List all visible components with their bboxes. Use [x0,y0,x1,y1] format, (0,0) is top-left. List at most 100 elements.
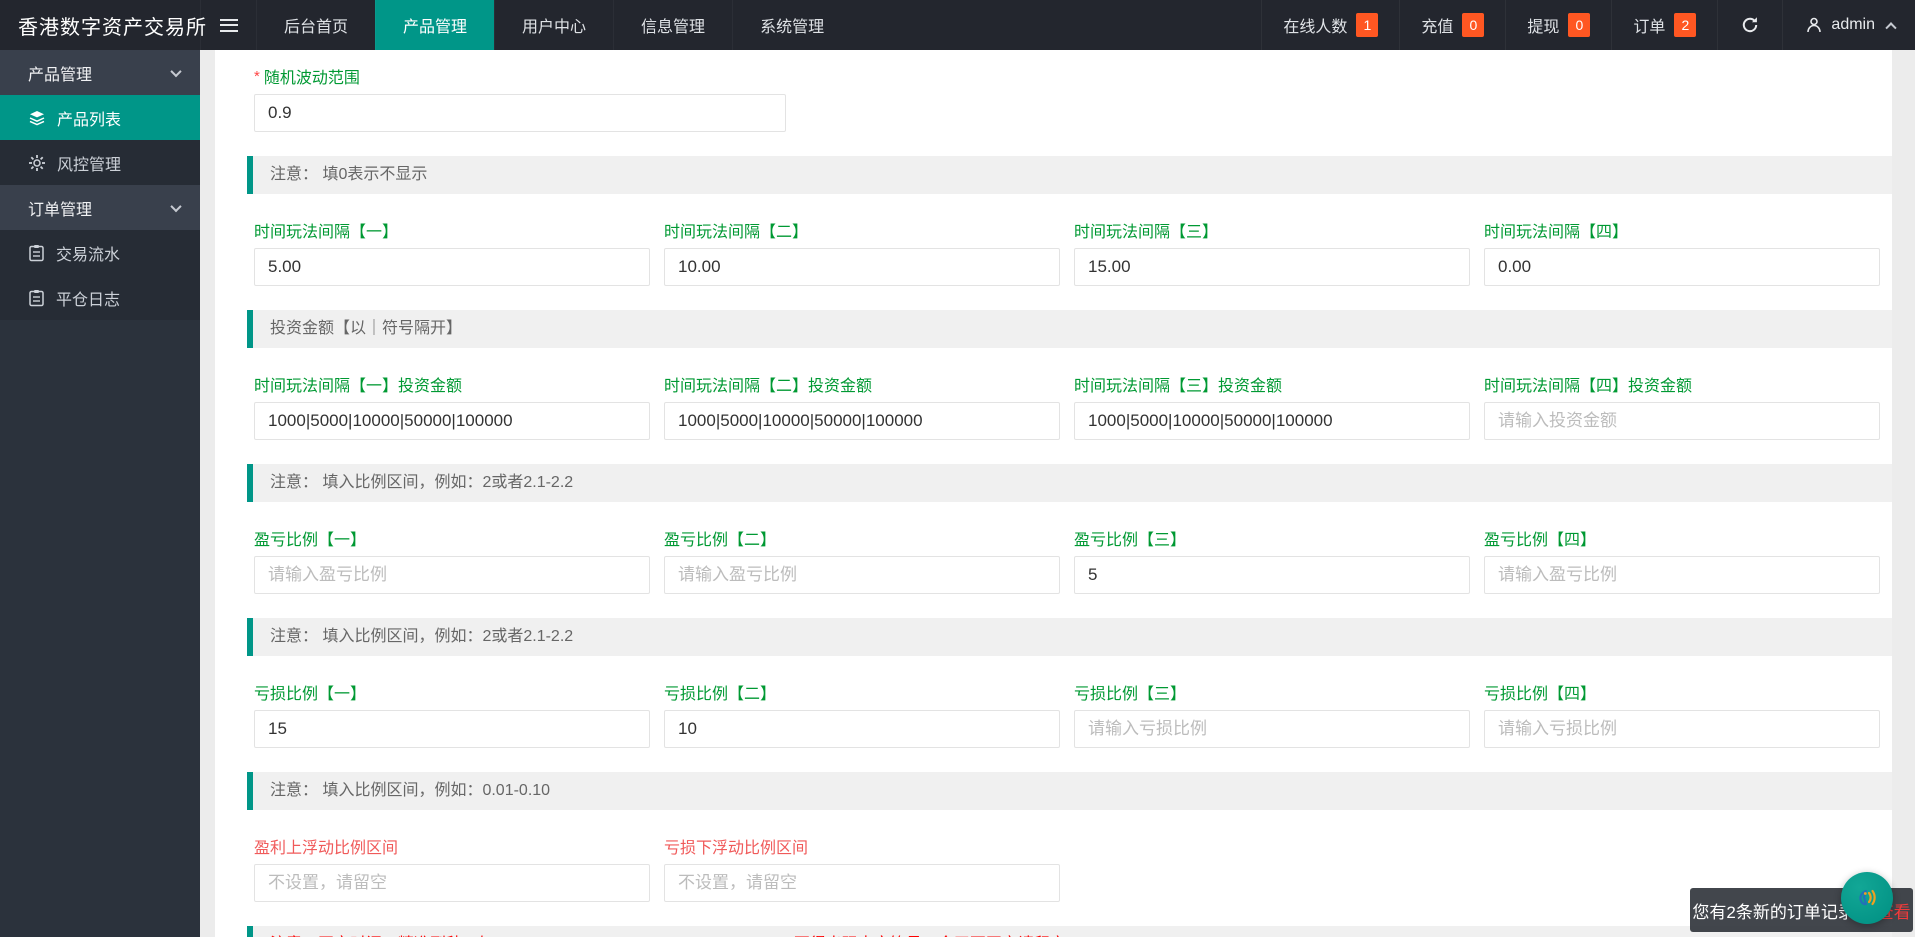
top-navbar: 香港数字资产交易所 后台首页 产品管理 用户中心 信息管理 系统管理 在线人数 … [0,0,1915,50]
notice-ratio-a: 注意： 填入比例区间，例如：2或者2.1-2.2 [247,464,1892,502]
chevron-down-icon [170,65,182,77]
invest-row: 时间玩法间隔【一】投资金额 时间玩法间隔【二】投资金额 时间玩法间隔【三】投资金… [254,372,1892,440]
loss-float-input[interactable] [664,864,1060,902]
loss-3-input[interactable] [1074,710,1470,748]
field-profit-3: 盈亏比例【三】 [1074,526,1470,594]
field-profit-1: 盈亏比例【一】 [254,526,650,594]
field-interval-4: 时间玩法间隔【四】 [1484,218,1880,286]
deposit-label: 充值 [1421,19,1454,36]
field-label: 时间玩法间隔【三】投资金额 [1074,378,1283,395]
notice-market-time: 注意：开市时间，精准到秒，如：00:00:00~03:00:00|08:00:0… [247,926,1892,937]
refresh-icon [1743,17,1758,33]
toast-message: 您有2条新的订单记录, [1692,902,1860,922]
online-users-label: 在线人数 [1283,19,1348,36]
admin-user-menu[interactable]: admin [1782,0,1915,50]
invest-2-input[interactable] [664,402,1060,440]
user-icon [1807,17,1822,33]
withdraw-label: 提现 [1527,19,1560,36]
field-label: 时间玩法间隔【二】投资金额 [664,378,873,395]
loss-1-input[interactable] [254,710,650,748]
interval-2-input[interactable] [664,248,1060,286]
field-label: 盈亏比例【四】 [1484,532,1597,549]
sidebar-group-label: 订单管理 [28,201,93,219]
invest-4-input[interactable] [1484,402,1880,440]
field-invest-1: 时间玩法间隔【一】投资金额 [254,372,650,440]
sidebar-item-label: 平仓日志 [56,291,121,309]
field-profit-float: 盈利上浮动比例区间 [254,834,650,902]
withdraw-stat[interactable]: 提现 0 [1505,0,1611,50]
online-users-stat[interactable]: 在线人数 1 [1261,0,1399,50]
random-range-label: 随机波动范围 [263,70,360,87]
notice-invest-format: 投资金额【以｜符号隔开】 [247,310,1892,348]
sidebar-item-label: 交易流水 [56,246,121,264]
field-interval-2: 时间玩法间隔【二】 [664,218,1060,286]
field-label: 时间玩法间隔【二】 [664,224,809,241]
field-label: 盈亏比例【二】 [664,532,777,549]
sidebar-item-trade-flow[interactable]: 交易流水 [0,230,200,275]
field-label: * 随机波动范围 [254,64,1892,88]
field-label: 盈亏比例【一】 [254,532,367,549]
nav-item-home[interactable]: 后台首页 [256,0,375,50]
field-label: 时间玩法间隔【四】 [1484,224,1629,241]
profit-1-input[interactable] [254,556,650,594]
nav-item-info[interactable]: 信息管理 [613,0,732,50]
loss-ratio-row: 亏损比例【一】 亏损比例【二】 亏损比例【三】 亏损比例【四】 [254,680,1892,748]
field-profit-4: 盈亏比例【四】 [1484,526,1880,594]
field-interval-3: 时间玩法间隔【三】 [1074,218,1470,286]
deposit-badge: 0 [1462,13,1485,37]
invest-1-input[interactable] [254,402,650,440]
sidebar-toggle-button[interactable] [200,0,256,50]
refresh-button[interactable] [1717,0,1782,50]
hamburger-icon [219,18,238,32]
sidebar-item-label: 产品列表 [57,111,122,129]
speaker-icon [1859,889,1876,906]
app-logo: 香港数字资产交易所 [18,16,207,39]
invest-3-input[interactable] [1074,402,1470,440]
sidebar-item-risk-control[interactable]: 风控管理 [0,140,200,185]
product-edit-form: *随机波动范围 注意： 填0表示不显示 时间玩法间隔【一】 时间玩法间隔【二】 … [215,50,1892,937]
nav-item-users[interactable]: 用户中心 [494,0,613,50]
field-profit-2: 盈亏比例【二】 [664,526,1060,594]
notice-ratio-b: 注意： 填入比例区间，例如：2或者2.1-2.2 [247,618,1892,656]
sidebar: 产品管理 产品列表 风控管理 订单管理 交易流水 平仓日志 [0,50,200,937]
sidebar-group-label: 产品管理 [28,66,93,84]
field-invest-2: 时间玩法间隔【二】投资金额 [664,372,1060,440]
nav-item-products[interactable]: 产品管理 [375,0,495,50]
profit-float-input[interactable] [254,864,650,902]
profit-4-input[interactable] [1484,556,1880,594]
sidebar-group-products[interactable]: 产品管理 [0,50,200,95]
admin-username: admin [1831,16,1875,33]
field-label: 时间玩法间隔【四】投资金额 [1484,378,1693,395]
nav-item-system[interactable]: 系统管理 [732,0,851,50]
orders-badge: 2 [1674,13,1697,37]
orders-label: 订单 [1633,19,1666,36]
notification-fab-button[interactable] [1841,872,1893,924]
profit-3-input[interactable] [1074,556,1470,594]
field-interval-1: 时间玩法间隔【一】 [254,218,650,286]
profit-ratio-row: 盈亏比例【一】 盈亏比例【二】 盈亏比例【三】 盈亏比例【四】 [254,526,1892,594]
sidebar-item-close-log[interactable]: 平仓日志 [0,275,200,320]
field-loss-1: 亏损比例【一】 [254,680,650,748]
loss-2-input[interactable] [664,710,1060,748]
sidebar-item-product-list[interactable]: 产品列表 [0,95,200,140]
interval-4-input[interactable] [1484,248,1880,286]
field-loss-4: 亏损比例【四】 [1484,680,1880,748]
loss-4-input[interactable] [1484,710,1880,748]
field-label: 亏损比例【四】 [1484,686,1597,703]
interval-3-input[interactable] [1074,248,1470,286]
random-range-input[interactable] [254,94,786,132]
deposit-stat[interactable]: 充值 0 [1399,0,1505,50]
chevron-down-icon [170,200,182,212]
gear-icon [29,154,45,171]
required-asterisk: * [254,68,260,85]
sidebar-group-orders[interactable]: 订单管理 [0,185,200,230]
notice-display-rule: 注意： 填0表示不显示 [247,156,1892,194]
withdraw-badge: 0 [1568,13,1591,37]
field-invest-3: 时间玩法间隔【三】投资金额 [1074,372,1470,440]
field-loss-3: 亏损比例【三】 [1074,680,1470,748]
field-label: 亏损下浮动比例区间 [664,840,809,857]
profit-2-input[interactable] [664,556,1060,594]
orders-stat[interactable]: 订单 2 [1611,0,1717,50]
interval-1-input[interactable] [254,248,650,286]
chevron-up-icon [1885,22,1897,34]
